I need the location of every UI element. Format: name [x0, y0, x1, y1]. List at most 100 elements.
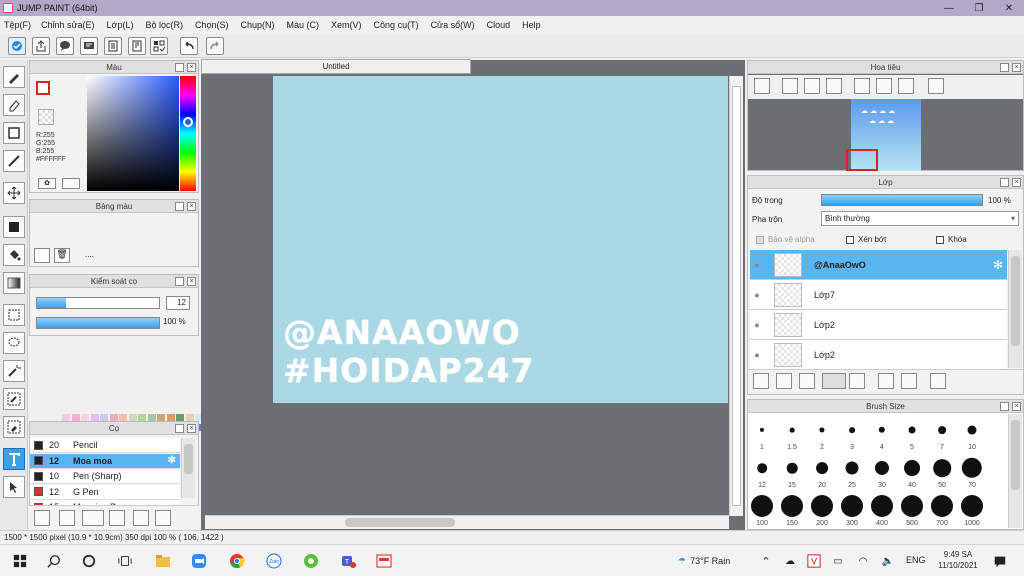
move-tool-icon[interactable]	[3, 182, 25, 204]
brush-size-option[interactable]: 12	[748, 453, 776, 489]
brush-size-option[interactable]: 7	[928, 415, 956, 451]
canvas-horizontal-scrollbar[interactable]	[205, 515, 729, 529]
palette-swatch[interactable]	[109, 414, 118, 421]
wifi-icon[interactable]: ◠	[855, 553, 871, 569]
brush-size-option[interactable]: 25	[838, 453, 866, 489]
menu-view[interactable]: Xem(V)	[331, 20, 362, 30]
undock-icon[interactable]	[1000, 402, 1009, 411]
new-layer-1bit-icon[interactable]	[799, 373, 815, 389]
eyedropper-icon[interactable]: ✿	[38, 178, 56, 189]
copy-layer-icon[interactable]	[878, 373, 894, 389]
undock-icon[interactable]	[175, 63, 184, 72]
rotate-left-icon[interactable]	[854, 78, 870, 94]
flip-icon[interactable]	[928, 78, 944, 94]
menu-file[interactable]: Tệp(F)	[4, 20, 31, 30]
brush-size-option[interactable]: 70	[958, 453, 986, 489]
visibility-icon[interactable]: ●	[750, 350, 764, 360]
brush-size-option[interactable]: 3	[838, 415, 866, 451]
brush-item[interactable]: 12 Moa moa ✻	[30, 453, 180, 469]
menu-edit[interactable]: Chỉnh sửa(E)	[41, 20, 95, 30]
brush-size-option[interactable]: 5	[898, 415, 926, 451]
merge-layer-icon[interactable]	[901, 373, 917, 389]
brush-menu-icon[interactable]	[82, 510, 104, 526]
hue-slider-handle[interactable]	[183, 117, 193, 127]
weather-widget[interactable]: ☂ 73°F Rain	[678, 553, 730, 569]
redo-icon[interactable]	[206, 37, 224, 55]
document-icon[interactable]	[104, 37, 122, 55]
close-button[interactable]: ✕	[994, 0, 1024, 16]
export-icon[interactable]	[32, 37, 50, 55]
gear-icon[interactable]: ✻	[168, 455, 176, 466]
palette-swatch[interactable]	[185, 414, 194, 421]
rect-tool-icon[interactable]	[3, 122, 25, 144]
coccoc-icon[interactable]	[303, 553, 319, 569]
undo-icon[interactable]	[180, 37, 198, 55]
transparent-color-swatch[interactable]	[38, 109, 54, 125]
undock-icon[interactable]	[175, 424, 184, 433]
close-panel-icon[interactable]: ×	[187, 63, 196, 72]
brush-size-option[interactable]: 15	[778, 453, 806, 489]
visibility-icon[interactable]: ●	[750, 290, 764, 300]
fit-icon[interactable]	[804, 78, 820, 94]
brush-item[interactable]: 12 G Pen	[30, 484, 180, 500]
brush-settings-icon[interactable]	[34, 510, 50, 526]
search-icon[interactable]	[46, 553, 62, 569]
zalo-icon[interactable]: Zalo	[266, 553, 282, 569]
new-layer-8bit-icon[interactable]	[776, 373, 792, 389]
brush-size-option[interactable]: 20	[808, 453, 836, 489]
select-eraser-icon[interactable]	[3, 416, 25, 438]
brush-item[interactable]: 10 Pen (Sharp)	[30, 469, 180, 484]
zoom-out-icon[interactable]	[826, 78, 842, 94]
gear-icon[interactable]: ✻	[993, 258, 1003, 272]
blend-mode-select[interactable]: Bình thường ▾	[821, 211, 1019, 226]
palette-swatch[interactable]	[100, 414, 108, 421]
visibility-icon[interactable]: ●	[750, 260, 764, 270]
close-panel-icon[interactable]: ×	[187, 277, 196, 286]
teams-icon[interactable]: T	[340, 553, 356, 569]
layer-type-menu-icon[interactable]	[822, 373, 846, 389]
page-icon[interactable]	[128, 37, 146, 55]
select-pen-icon[interactable]	[3, 388, 25, 410]
brush-size-option[interactable]: 10	[958, 415, 986, 451]
canvas-vertical-scrollbar[interactable]	[729, 76, 743, 516]
brush-size-option[interactable]: 30	[868, 453, 896, 489]
color-picker-field[interactable]	[87, 76, 179, 191]
menu-layer[interactable]: Lớp(L)	[107, 20, 134, 30]
chevron-up-icon[interactable]: ⌃	[758, 553, 774, 569]
brush-size-option[interactable]: 100	[748, 491, 776, 527]
palette-swatch[interactable]	[62, 414, 70, 421]
brush-size-scrollbar[interactable]	[1008, 414, 1022, 528]
navigator-viewport[interactable]	[846, 149, 878, 171]
undock-icon[interactable]	[1000, 63, 1009, 72]
palette-swatch[interactable]	[138, 414, 146, 421]
layer-list-scrollbar[interactable]	[1008, 250, 1022, 368]
operation-tool-icon[interactable]	[3, 476, 25, 498]
brush-size-option[interactable]: 1.5	[778, 415, 806, 451]
brush-list-scrollbar[interactable]	[181, 438, 195, 498]
zoom-in-icon[interactable]	[754, 78, 770, 94]
jump-paint-icon[interactable]	[376, 553, 392, 569]
brush-size-value[interactable]: 12	[166, 296, 190, 310]
eraser-tool-icon[interactable]	[3, 94, 25, 116]
cortana-icon[interactable]	[81, 553, 97, 569]
menu-tools[interactable]: Công cụ(T)	[374, 20, 419, 30]
fill-rect-tool-icon[interactable]	[3, 216, 25, 238]
brush-tool-icon[interactable]	[3, 66, 25, 88]
vietkey-icon[interactable]: V	[806, 553, 822, 569]
palette-swatch[interactable]	[81, 414, 89, 421]
notification-icon[interactable]	[992, 553, 1008, 569]
layer-folder-icon[interactable]	[849, 373, 865, 389]
brush-size-option[interactable]: 50	[928, 453, 956, 489]
lasso-tool-icon[interactable]	[3, 332, 25, 354]
menu-capture[interactable]: Chụp(N)	[241, 20, 275, 30]
lock-checkbox[interactable]: Khóa	[936, 235, 967, 244]
brush-size-option[interactable]: 400	[868, 491, 896, 527]
duplicate-icon[interactable]	[155, 510, 171, 526]
chat-icon[interactable]	[56, 37, 74, 55]
gradient-tool-icon[interactable]	[3, 272, 25, 294]
trash-icon[interactable]: 🗑	[54, 248, 70, 263]
layer-row[interactable]: ● @AnaaOwO ✻	[750, 250, 1007, 280]
rotate-reset-icon[interactable]	[876, 78, 892, 94]
document-tab[interactable]: Untitled	[201, 59, 471, 74]
menu-cloud[interactable]: Cloud	[487, 20, 511, 30]
